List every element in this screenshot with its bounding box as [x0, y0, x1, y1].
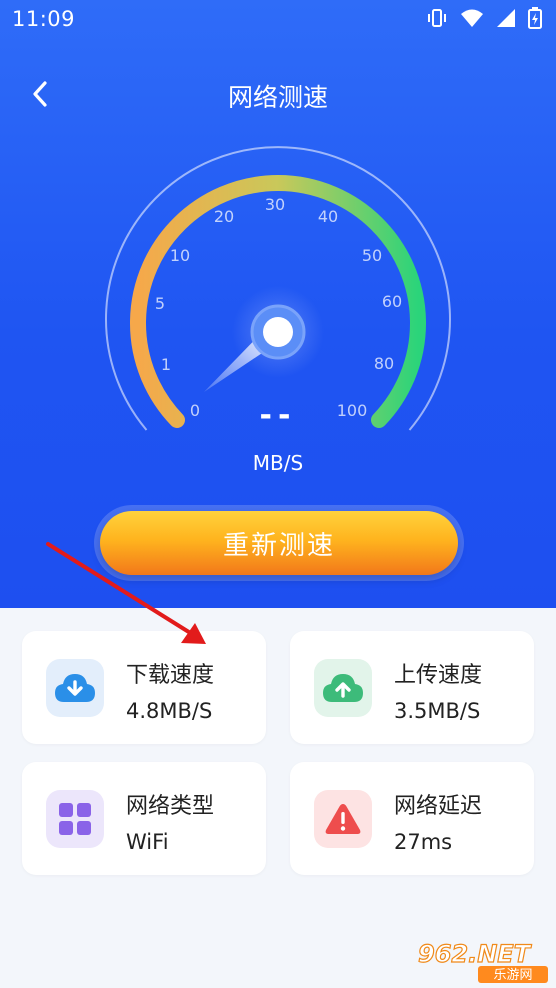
stat-card-network-type: 网络类型 WiFi	[22, 762, 266, 875]
warning-icon	[325, 804, 361, 834]
speed-test-hero: 11:09 网络测速 0 1 5 10 20 30 40 50 60 80 10…	[0, 0, 556, 608]
icon-box	[46, 659, 104, 717]
gauge-tick-label: 40	[318, 207, 338, 226]
gauge-tick-label: 60	[382, 292, 402, 311]
cloud-download-icon	[55, 674, 95, 702]
wifi-signal-icon	[460, 8, 484, 32]
cell-signal-icon	[496, 8, 516, 32]
stat-card-upload: 上传速度 3.5MB/S	[290, 631, 534, 744]
stats-panel: 下载速度 4.8MB/S 上传速度 3.5MB/S 网络类型 WiFi 网络延迟…	[0, 608, 556, 988]
stat-value: 4.8MB/S	[126, 699, 213, 723]
stat-value: WiFi	[126, 830, 169, 854]
gauge-tick-label: 50	[362, 246, 382, 265]
gauge-tick-label: 1	[161, 355, 171, 374]
gauge-tick-label: 10	[170, 246, 190, 265]
stat-card-latency: 网络延迟 27ms	[290, 762, 534, 875]
site-watermark-logo: 962.NET 乐游网	[417, 939, 548, 983]
gauge-tick-label: 80	[374, 354, 394, 373]
page-title: 网络测速	[227, 83, 328, 112]
battery-icon	[528, 7, 542, 33]
stat-label: 下载速度	[126, 663, 215, 688]
status-time: 11:09	[12, 7, 76, 31]
vibrate-icon	[426, 8, 448, 32]
status-bar: 11:09	[0, 0, 556, 38]
icon-box	[314, 790, 372, 848]
grid-icon	[59, 803, 91, 835]
stat-value: 27ms	[394, 830, 453, 854]
gauge-tick-label: 30	[265, 195, 285, 214]
watermark-brand: 962.NET	[418, 940, 532, 968]
stat-label: 网络延迟	[394, 794, 483, 819]
speed-value: --	[259, 398, 297, 433]
stat-label: 上传速度	[394, 663, 483, 688]
stat-label: 网络类型	[126, 794, 215, 819]
annotation-arrow	[46, 542, 206, 644]
speed-unit: MB/S	[252, 451, 304, 475]
stat-value: 3.5MB/S	[394, 699, 481, 723]
cloud-upload-icon	[323, 674, 363, 702]
status-icons	[426, 7, 542, 33]
icon-box	[46, 790, 104, 848]
gauge-tick-label: 20	[214, 207, 234, 226]
gauge-tick-label: 5	[155, 294, 165, 313]
icon-box	[314, 659, 372, 717]
watermark-sub: 乐游网	[493, 968, 532, 983]
